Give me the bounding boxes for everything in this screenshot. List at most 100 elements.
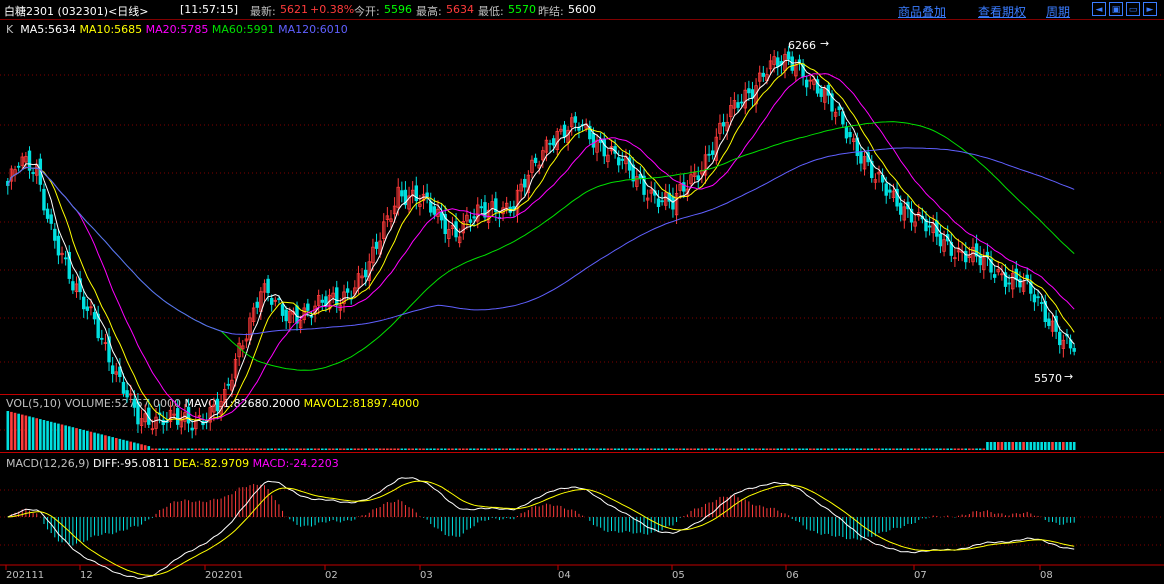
candle-body bbox=[739, 101, 744, 104]
volume-bar bbox=[429, 448, 433, 450]
volume-bar bbox=[881, 448, 884, 450]
volume-bar bbox=[375, 448, 378, 450]
volume-bar bbox=[422, 448, 425, 450]
candle-body bbox=[320, 299, 325, 303]
volume-bar bbox=[917, 448, 921, 450]
volume-bar bbox=[292, 448, 295, 450]
volume-bar bbox=[10, 411, 13, 450]
volume-bar bbox=[689, 448, 693, 450]
volume-bar bbox=[736, 448, 740, 450]
volume-bar bbox=[693, 448, 696, 450]
volume-bar bbox=[176, 448, 180, 450]
volume-bar bbox=[306, 448, 310, 450]
volume-bar bbox=[906, 448, 910, 450]
volume-bar bbox=[49, 421, 53, 450]
volume-bar bbox=[183, 448, 187, 450]
volume-bar bbox=[747, 448, 751, 450]
volume-bar bbox=[288, 448, 292, 450]
volume-bar bbox=[606, 448, 610, 450]
volume-bar bbox=[574, 448, 577, 450]
volume-bar bbox=[53, 422, 57, 450]
volume-bar bbox=[1011, 442, 1015, 450]
candle-body bbox=[927, 225, 932, 228]
volume-bar bbox=[64, 425, 67, 450]
volume-bar bbox=[704, 448, 707, 450]
volume-bar bbox=[960, 448, 964, 450]
volume-bar bbox=[1054, 442, 1058, 450]
volume-bar bbox=[111, 437, 114, 450]
volume-bar bbox=[700, 448, 704, 450]
volume-bar bbox=[436, 448, 440, 450]
ma20-line bbox=[7, 73, 1075, 421]
volume-bar bbox=[487, 448, 490, 450]
volume-bar bbox=[874, 448, 877, 450]
volume-bar bbox=[227, 448, 230, 450]
volume-bar bbox=[668, 448, 671, 450]
volume-bar bbox=[823, 448, 827, 450]
volume-bar bbox=[129, 441, 133, 450]
volume-bar bbox=[555, 448, 559, 450]
candle-body bbox=[786, 51, 791, 60]
volume-bar bbox=[346, 448, 349, 450]
volume-bar bbox=[454, 448, 458, 450]
candle-body bbox=[432, 206, 437, 215]
volume-bar bbox=[1036, 442, 1040, 450]
volume-bar bbox=[190, 448, 194, 450]
volume-bar bbox=[501, 448, 505, 450]
candle-body bbox=[429, 201, 433, 213]
volume-bar bbox=[472, 448, 476, 450]
volume-bar bbox=[772, 448, 776, 450]
candle-body bbox=[736, 102, 740, 108]
volume-bar bbox=[964, 448, 968, 450]
volume-bar bbox=[830, 448, 834, 450]
candle-body bbox=[790, 56, 794, 71]
volume-bar bbox=[114, 438, 118, 450]
candle-body bbox=[721, 122, 726, 127]
candle-body bbox=[125, 390, 129, 398]
volume-bar bbox=[827, 448, 830, 450]
volume-bar bbox=[762, 448, 765, 450]
volume-bar bbox=[1072, 442, 1076, 450]
volume-bar bbox=[407, 448, 411, 450]
volume-bar bbox=[751, 448, 754, 450]
volume-bar bbox=[877, 448, 881, 450]
volume-bar bbox=[198, 448, 201, 450]
volume-bar bbox=[219, 448, 223, 450]
candle-body bbox=[1039, 302, 1044, 304]
high-annotation: 6266 bbox=[788, 39, 816, 52]
volume-bar bbox=[328, 448, 331, 450]
volume-bar bbox=[1047, 442, 1051, 450]
candle-body bbox=[656, 198, 661, 207]
candle-body bbox=[562, 124, 567, 138]
kline-chart[interactable] bbox=[0, 0, 1164, 584]
volume-bar bbox=[17, 413, 20, 450]
volume-bar bbox=[393, 448, 396, 450]
volume-bar bbox=[342, 448, 346, 450]
candle-body bbox=[63, 257, 68, 260]
ma60-line bbox=[7, 121, 1075, 371]
candle-body bbox=[400, 190, 404, 197]
volume-bar bbox=[386, 448, 389, 450]
volume-bar bbox=[783, 448, 787, 450]
volume-bar bbox=[353, 448, 357, 450]
candle-body bbox=[472, 216, 476, 219]
volume-bar bbox=[46, 420, 49, 450]
volume-bar bbox=[595, 448, 599, 450]
candle-body bbox=[363, 269, 368, 278]
volume-bar bbox=[729, 448, 733, 450]
volume-bar bbox=[1033, 442, 1036, 450]
volume-bar bbox=[816, 448, 819, 450]
volume-bar bbox=[931, 448, 935, 450]
volume-bar bbox=[400, 448, 404, 450]
volume-bar bbox=[978, 448, 982, 450]
x-axis-label: 08 bbox=[1040, 570, 1053, 581]
volume-bar bbox=[610, 448, 613, 450]
volume-bar bbox=[993, 442, 996, 450]
volume-bar bbox=[895, 448, 899, 450]
volume-bar bbox=[60, 424, 64, 450]
candle-body bbox=[16, 165, 21, 168]
candle-body bbox=[804, 79, 809, 88]
volume-bar bbox=[852, 448, 855, 450]
candle-body bbox=[132, 398, 137, 408]
volume-bar bbox=[646, 448, 649, 450]
